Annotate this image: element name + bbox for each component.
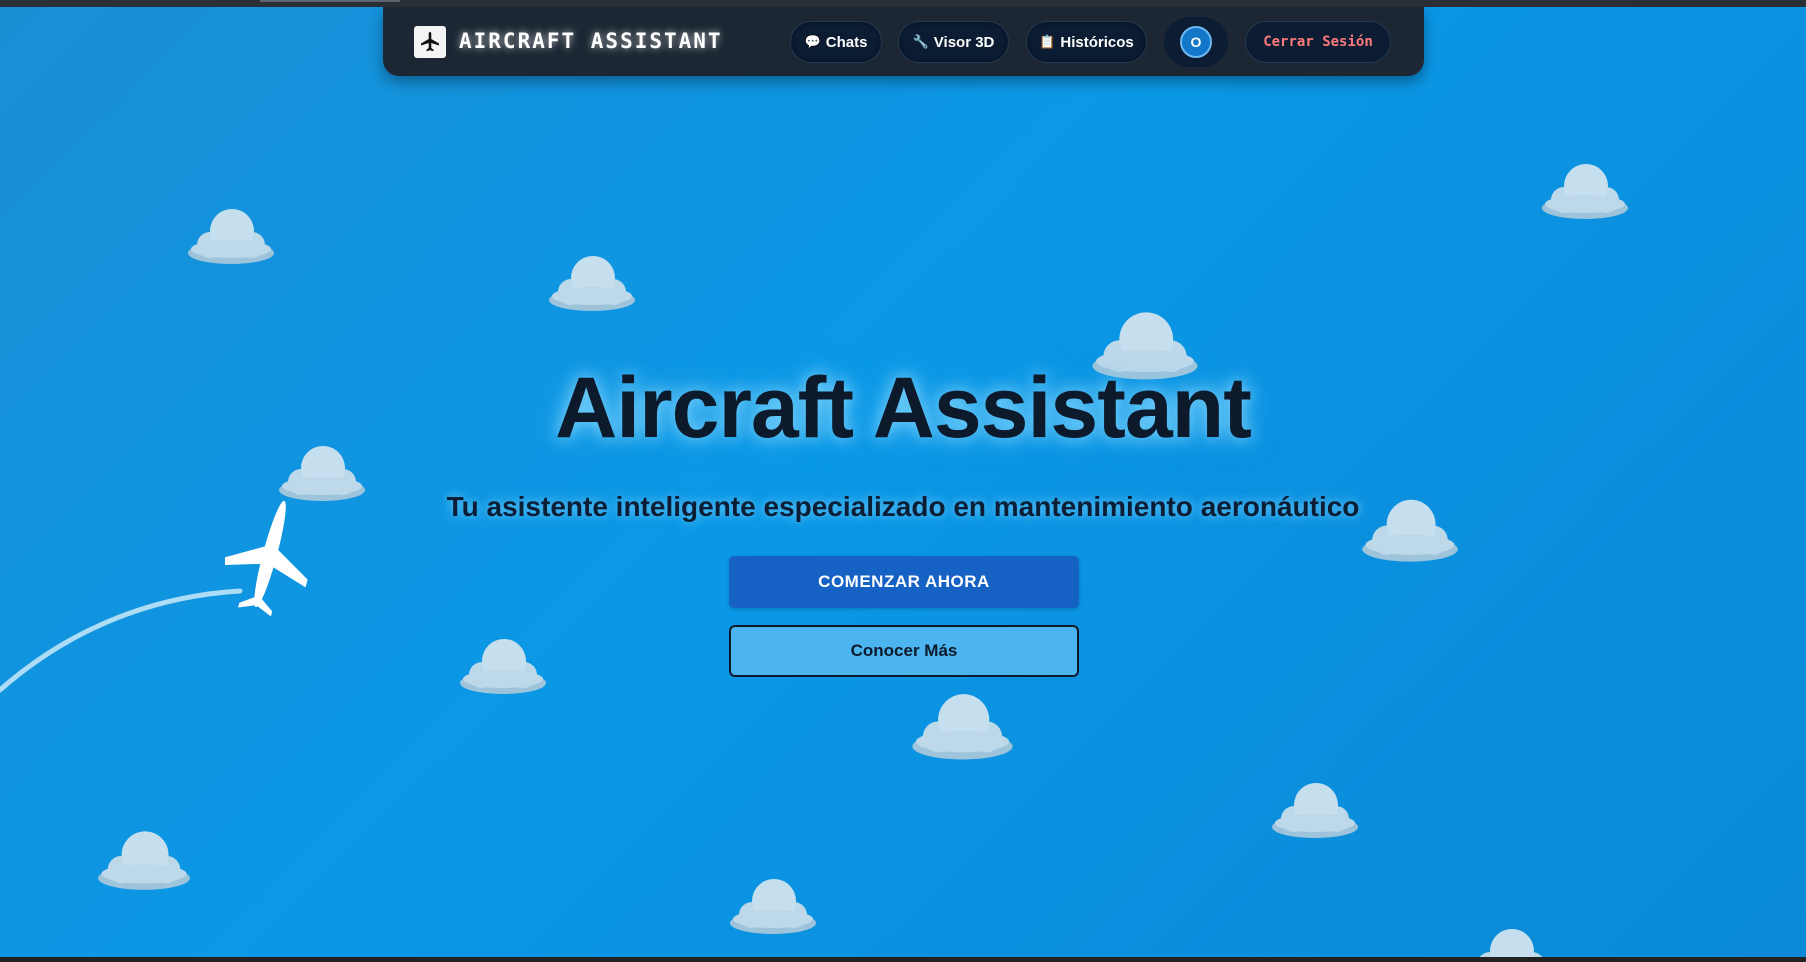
cloud-icon (547, 250, 637, 314)
cloud-icon (728, 873, 818, 937)
nav-chats-button[interactable]: 💬 Chats (790, 21, 882, 63)
cloud-icon (1466, 923, 1556, 957)
bottom-strip (0, 957, 1806, 962)
wrench-icon: 🔧 (912, 34, 929, 49)
tab-indicator (260, 0, 400, 2)
cloud-icon (96, 825, 192, 893)
cloud-icon (186, 203, 276, 267)
cloud-icon (910, 687, 1015, 763)
brand-title[interactable]: AIRCRAFT ASSISTANT (459, 29, 723, 53)
hero-title: Aircraft Assistant (555, 360, 1252, 456)
nav-chats-label: Chats (825, 33, 868, 51)
learn-more-button[interactable]: Conocer Más (729, 625, 1079, 677)
hero-subtitle: Tu asistente inteligente especializado e… (446, 491, 1360, 522)
browser-top-strip (0, 0, 1806, 7)
cloud-icon (1540, 158, 1630, 222)
nav-historicos-label: Históricos (1060, 33, 1134, 51)
cloud-icon (1270, 777, 1360, 841)
nav-visor-3d-label: Visor 3D (933, 33, 995, 51)
nav-visor-3d-button[interactable]: 🔧 Visor 3D (898, 21, 1009, 63)
avatar: O (1180, 26, 1212, 58)
nav-historicos-button[interactable]: 📋 Históricos (1026, 21, 1147, 63)
airplane-icon (421, 32, 439, 52)
sky-background: Aircraft Assistant Tu asistente intelige… (0, 7, 1806, 957)
logo[interactable] (414, 26, 446, 58)
logout-button[interactable]: Cerrar Sesión (1245, 21, 1391, 63)
navbar: AIRCRAFT ASSISTANT 💬 Chats 🔧 Visor 3D 📋 … (383, 7, 1424, 76)
cloud-icon (458, 633, 548, 697)
clipboard-icon: 📋 (1039, 34, 1056, 49)
avatar-button[interactable]: O (1164, 17, 1228, 67)
contrail (0, 588, 243, 693)
chat-bubble-icon: 💬 (804, 34, 821, 49)
start-now-button[interactable]: COMENZAR AHORA (729, 556, 1079, 608)
